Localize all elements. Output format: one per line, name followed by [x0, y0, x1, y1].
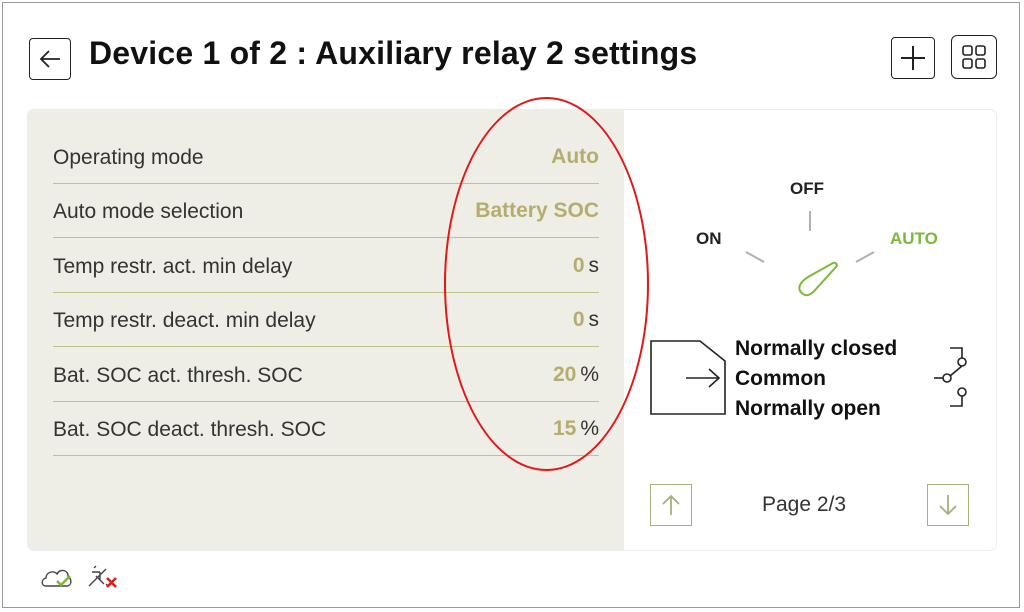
cloud-connected-icon — [41, 569, 72, 587]
setting-row-auto-mode-selection[interactable]: Auto mode selection Battery SOC — [53, 184, 599, 238]
setting-row-temp-restr-act-delay[interactable]: Temp restr. act. min delay 0s — [53, 239, 599, 293]
switch-on-label: ON — [696, 229, 722, 248]
arrow-up-icon — [661, 494, 681, 516]
setting-row-bat-soc-deact-thresh[interactable]: Bat. SOC deact. thresh. SOC 15% — [53, 402, 599, 456]
setting-value: Auto — [551, 145, 599, 168]
add-button[interactable] — [891, 37, 935, 79]
settings-list: Operating mode Auto Auto mode selection … — [28, 110, 624, 550]
settings-card: Operating mode Auto Auto mode selection … — [28, 110, 996, 550]
grid-view-icon — [961, 44, 987, 70]
setting-label: Temp restr. act. min delay — [53, 255, 293, 278]
plus-icon — [900, 45, 926, 71]
arrow-down-icon — [938, 494, 958, 516]
setting-row-operating-mode[interactable]: Operating mode Auto — [53, 130, 599, 184]
setting-value: 20% — [552, 363, 599, 386]
setting-label: Temp restr. deact. min delay — [53, 309, 316, 332]
arrow-left-icon — [39, 50, 61, 68]
relay-output-icon — [650, 340, 726, 415]
back-button[interactable] — [29, 38, 71, 80]
page-up-button[interactable] — [650, 484, 692, 526]
switch-auto-label: AUTO — [890, 229, 938, 248]
setting-value: 0s — [572, 254, 599, 277]
relay-contacts-icon — [934, 347, 967, 407]
setting-row-bat-soc-act-thresh[interactable]: Bat. SOC act. thresh. SOC 20% — [53, 348, 599, 402]
mode-switch-dial-icon[interactable] — [740, 205, 880, 305]
common-label: Common — [735, 367, 826, 390]
setting-label: Operating mode — [53, 146, 204, 169]
setting-row-temp-restr-deact-delay[interactable]: Temp restr. deact. min delay 0s — [53, 293, 599, 347]
page-indicator: Page 2/3 — [762, 493, 847, 516]
setting-value: Battery SOC — [475, 199, 599, 222]
grid-view-button[interactable] — [951, 35, 997, 79]
setting-value: 15% — [552, 417, 599, 440]
network-disconnected-icon — [88, 565, 117, 588]
page-down-button[interactable] — [927, 484, 969, 526]
normally-closed-label: Normally closed — [735, 337, 898, 360]
setting-label: Bat. SOC deact. thresh. SOC — [53, 418, 327, 441]
normally-open-label: Normally open — [735, 397, 881, 420]
switch-off-label: OFF — [790, 179, 824, 198]
setting-value: 0s — [572, 308, 599, 331]
setting-label: Bat. SOC act. thresh. SOC — [53, 364, 303, 387]
setting-label: Auto mode selection — [53, 200, 244, 223]
page-title: Device 1 of 2 : Auxiliary relay 2 settin… — [89, 35, 698, 71]
